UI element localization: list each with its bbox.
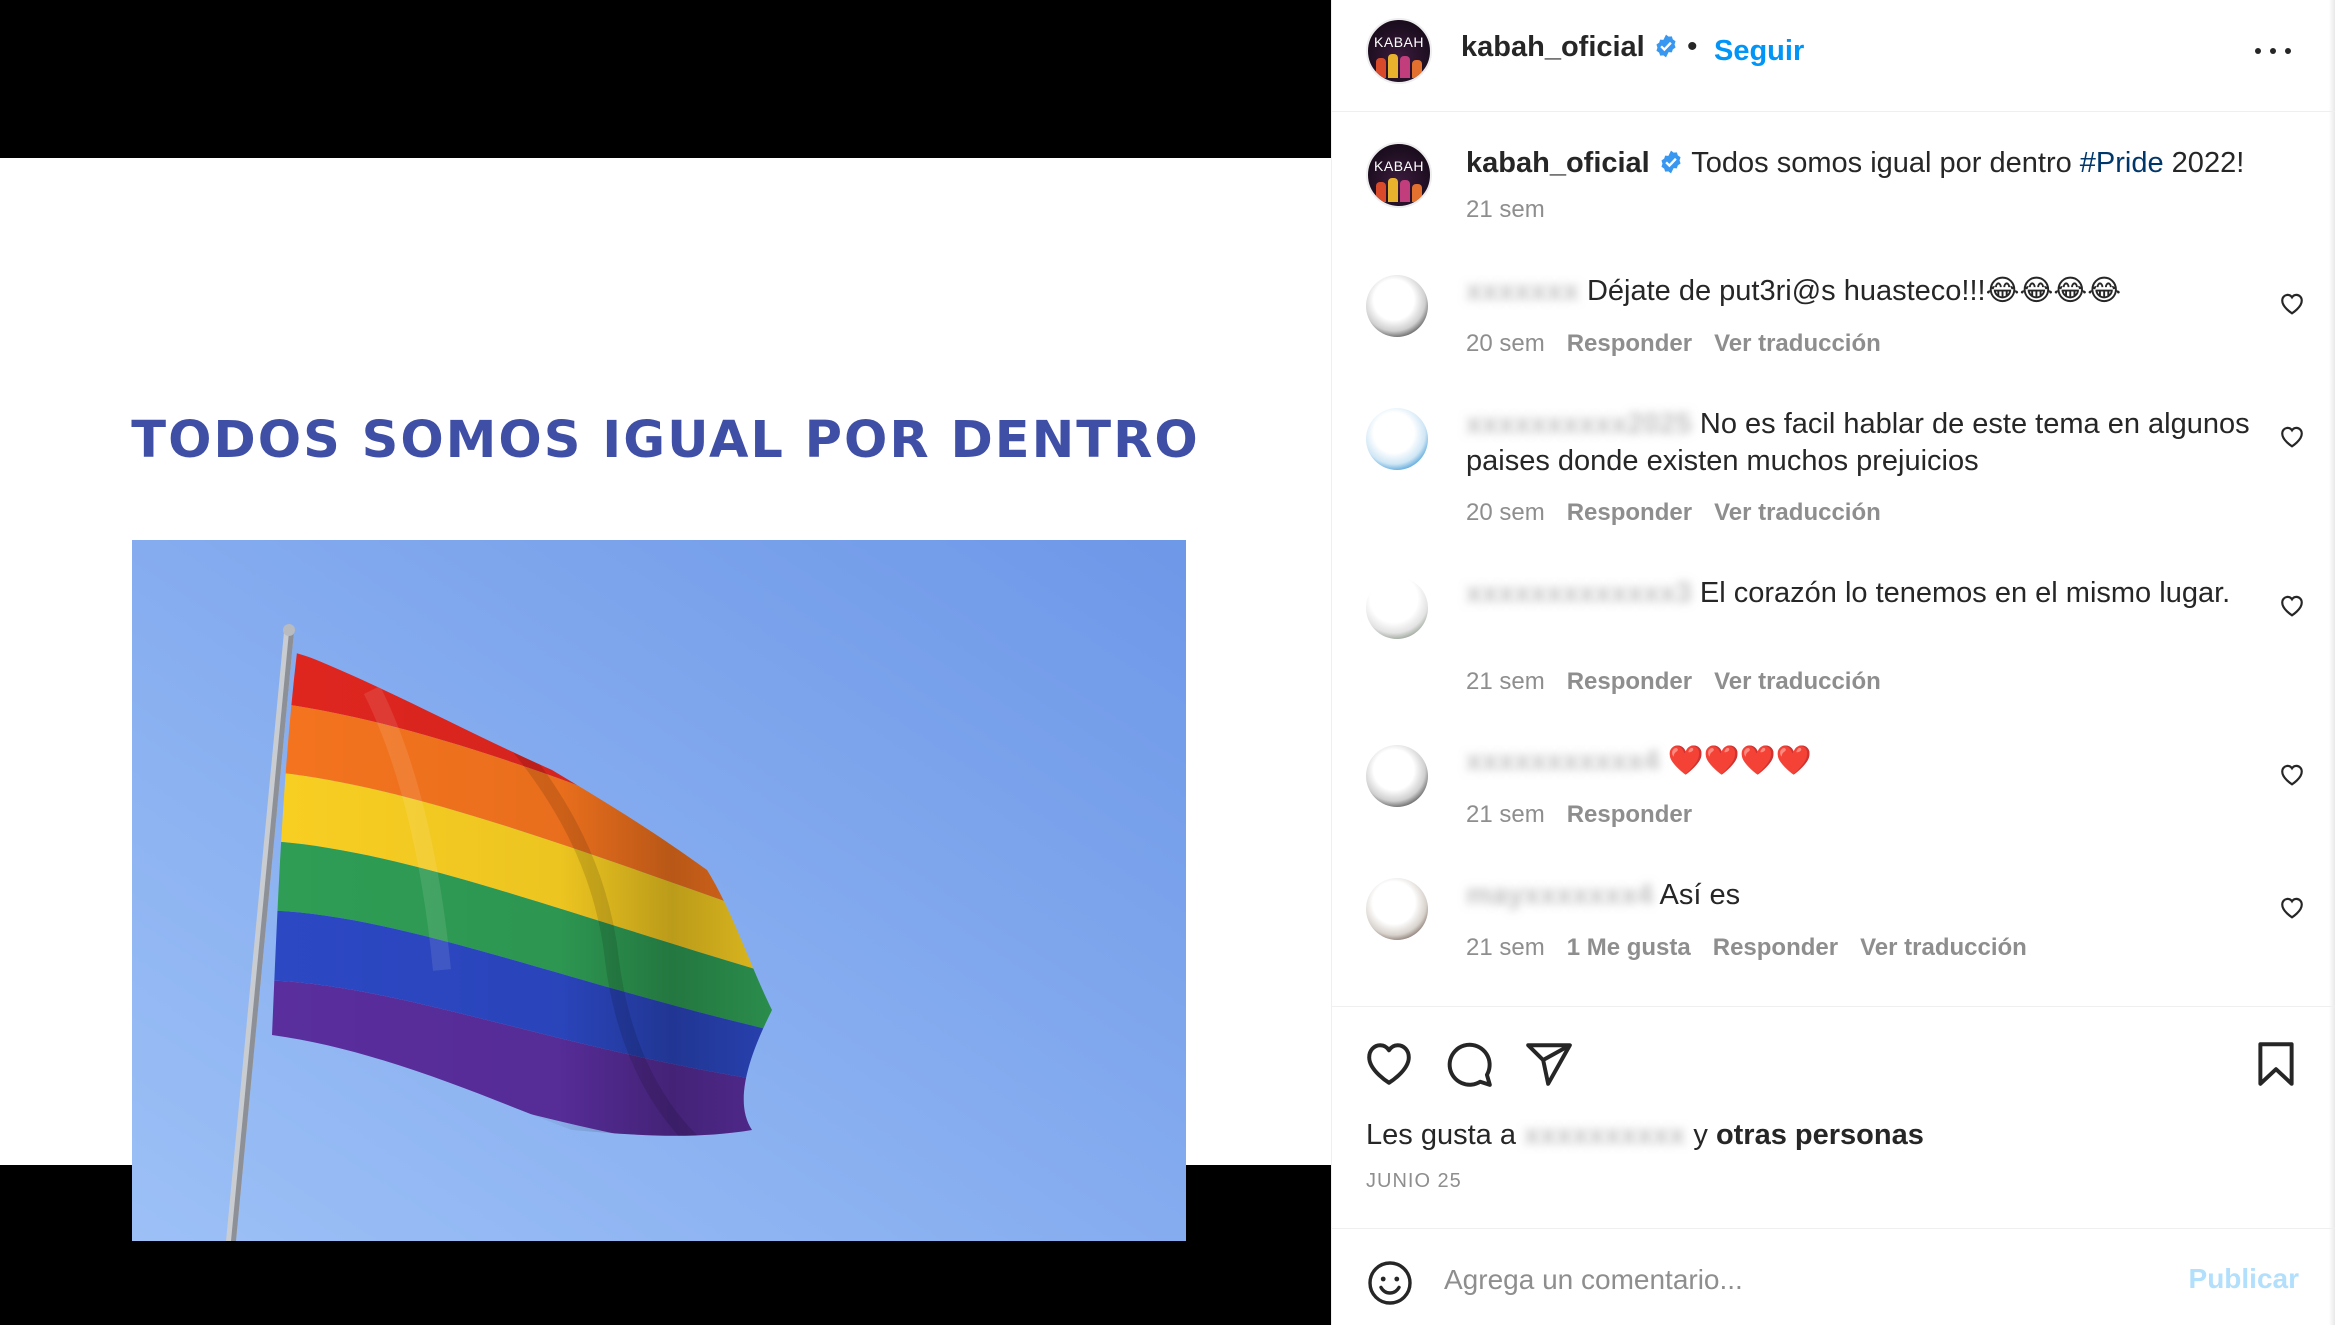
comment-likes-count[interactable]: 1 Me gusta [1567, 934, 1691, 961]
reply-button[interactable]: Responder [1567, 330, 1692, 357]
commenter-avatar[interactable] [1366, 878, 1428, 940]
post-slide: TODOS SOMOS IGUAL POR DENTRO [0, 158, 1331, 1241]
verified-badge-icon [1656, 34, 1676, 58]
commenter-username[interactable]: xxxxxxx [1466, 275, 1579, 307]
comment-icon[interactable] [1444, 1039, 1494, 1089]
comment-text: El corazón lo tenemos en el mismo lugar. [1699, 577, 2231, 609]
verified-badge-icon [1661, 150, 1681, 174]
caption-avatar[interactable]: KABAH [1366, 142, 1432, 208]
comment-composer: Publicar [1332, 1228, 2335, 1325]
comment-time[interactable]: 21 sem [1466, 801, 1545, 828]
caption-text: Todos somos igual por dentro [1691, 147, 2080, 179]
comment-like-heart-icon[interactable] [2279, 291, 2305, 315]
author-avatar[interactable]: KABAH [1366, 18, 1432, 84]
post-actions: Les gusta a xxxxxxxxxx y otras personas … [1332, 1006, 2335, 1238]
reply-button[interactable]: Responder [1567, 801, 1692, 828]
see-translation-button[interactable]: Ver traducción [1860, 934, 2027, 961]
commenter-username[interactable]: xxxxxxxxxxxxx3 [1466, 577, 1692, 609]
comment-input[interactable] [1444, 1257, 2124, 1303]
commenter-avatar[interactable] [1366, 577, 1428, 639]
pride-flag-image [132, 540, 1186, 1241]
author-username[interactable]: kabah_oficial [1461, 31, 1645, 63]
commenter-avatar[interactable] [1366, 745, 1428, 807]
comment-like-heart-icon[interactable] [2279, 895, 2305, 919]
post-date[interactable]: JUNIO 25 [1366, 1170, 1462, 1193]
commenter-avatar[interactable] [1366, 408, 1428, 470]
comment-time[interactable]: 20 sem [1466, 330, 1545, 357]
pride-flag-photo [132, 540, 1186, 1241]
comment-text: ❤️❤️❤️❤️ [1667, 745, 1813, 777]
caption-time[interactable]: 21 sem [1466, 196, 1545, 224]
emoji-icon[interactable] [1366, 1259, 1414, 1307]
other-likers-link[interactable]: otras personas [1716, 1119, 1924, 1151]
commenter-avatar[interactable] [1366, 275, 1428, 337]
commenter-username[interactable]: mayxxxxxxx4 [1466, 879, 1653, 911]
comment-time[interactable]: 21 sem [1466, 668, 1545, 695]
likes-summary: Les gusta a xxxxxxxxxx y otras personas [1366, 1119, 1924, 1151]
header-separator: • [1687, 30, 1698, 63]
see-translation-button[interactable]: Ver traducción [1714, 668, 1881, 695]
reply-button[interactable]: Responder [1713, 934, 1838, 961]
see-translation-button[interactable]: Ver traducción [1714, 499, 1881, 526]
bookmark-icon[interactable] [2251, 1039, 2301, 1089]
reply-button[interactable]: Responder [1567, 499, 1692, 526]
publish-button[interactable]: Publicar [2189, 1263, 2299, 1295]
comment-like-heart-icon[interactable] [2279, 762, 2305, 786]
caption-hashtag[interactable]: #Pride [2080, 147, 2164, 179]
more-options-icon[interactable] [2253, 34, 2293, 64]
reply-button[interactable]: Responder [1567, 668, 1692, 695]
heart-icon[interactable] [1364, 1039, 1414, 1089]
post-header: KABAH kabah_oficial • Seguir [1332, 0, 2335, 112]
comment-time[interactable]: 20 sem [1466, 499, 1545, 526]
comment-text: Déjate de put3ri@s huasteco!!!😂😂😂😂 [1586, 275, 2122, 307]
caption-username[interactable]: kabah_oficial [1466, 147, 1650, 179]
comment-time[interactable]: 21 sem [1466, 934, 1545, 961]
commenter-username[interactable]: xxxxxxxxxx2025 [1466, 408, 1692, 440]
liked-by-username[interactable]: xxxxxxxxxx [1524, 1119, 1685, 1151]
follow-button[interactable]: Seguir [1714, 35, 1804, 68]
commenter-username[interactable]: xxxxxxxxxxx4 [1466, 745, 1660, 777]
post-media: TODOS SOMOS IGUAL POR DENTRO [0, 0, 1331, 1325]
see-translation-button[interactable]: Ver traducción [1714, 330, 1881, 357]
post-details-panel: KABAH kabah_oficial • Seguir KABAH kabah… [1331, 0, 2335, 1325]
comment-text: Así es [1659, 879, 1741, 911]
comment-like-heart-icon[interactable] [2279, 593, 2305, 617]
slide-title: TODOS SOMOS IGUAL POR DENTRO [131, 411, 1200, 470]
send-icon[interactable] [1524, 1039, 1574, 1089]
comment-like-heart-icon[interactable] [2279, 424, 2305, 448]
